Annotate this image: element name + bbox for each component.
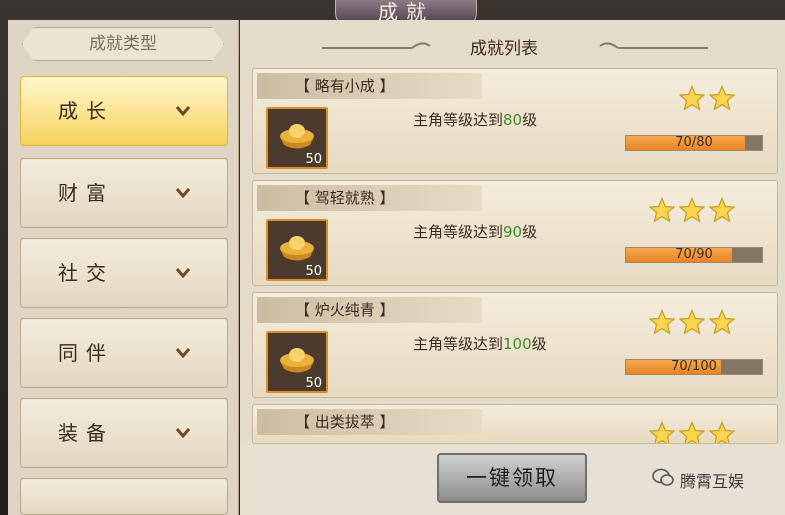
- progress-bar: 70/90: [625, 247, 763, 263]
- star-icon: [708, 84, 736, 111]
- category-more[interactable]: [20, 478, 228, 515]
- category-label: 社交: [58, 261, 114, 285]
- category-social[interactable]: 社交: [20, 238, 228, 308]
- desc-prefix: 主角等级达到: [413, 111, 504, 129]
- category-label: 财富: [58, 181, 114, 205]
- chevron-down-icon: [175, 106, 191, 117]
- chevron-down-icon: [175, 268, 191, 279]
- reward-count: 50: [305, 264, 322, 279]
- category-equipment[interactable]: 装备: [20, 398, 228, 468]
- category-label: 装备: [58, 421, 114, 445]
- star-icon: [678, 308, 706, 335]
- star-icon: [648, 308, 676, 335]
- star-icon: [708, 420, 736, 443]
- progress-bar: 70/80: [625, 135, 763, 151]
- list-title: 成就列表: [470, 39, 538, 59]
- achievement-desc: 主角等级达到100级: [413, 333, 547, 354]
- category-label: 成长: [58, 99, 114, 123]
- star-icon: [678, 84, 706, 111]
- target-level: 80: [503, 111, 523, 129]
- reward-item[interactable]: 50: [266, 331, 328, 393]
- wechat-icon: [652, 468, 674, 486]
- chevron-down-icon: [175, 428, 191, 439]
- category-growth[interactable]: 成长: [20, 76, 228, 146]
- achievement-name: 【 炉火纯青 】: [257, 297, 482, 323]
- reward-item[interactable]: 50: [266, 107, 328, 169]
- achievement-card: 【 炉火纯青 】 50 主角等级达到100级 70/100: [252, 292, 778, 398]
- achievement-card: 【 略有小成 】 50 主角等级达到80级 70/80: [252, 68, 778, 174]
- title-ornament-left: [322, 42, 431, 49]
- achievement-card: 【 出类拔萃 】: [252, 404, 778, 444]
- category-header: 成就类型: [22, 27, 224, 61]
- achievement-name: 【 略有小成 】: [257, 73, 482, 99]
- desc-suffix: 级: [522, 111, 538, 129]
- chevron-down-icon: [175, 188, 191, 199]
- title-ornament-right: [599, 42, 708, 49]
- star-rating: [645, 308, 736, 335]
- star-icon: [708, 308, 736, 335]
- progress-text: 70/90: [675, 247, 713, 262]
- star-icon: [678, 420, 706, 443]
- desc-prefix: 主角等级达到: [413, 335, 504, 353]
- progress-text: 70/80: [675, 135, 713, 150]
- star-rating: [645, 420, 736, 443]
- desc-suffix: 级: [531, 335, 547, 353]
- chevron-down-icon: [175, 348, 191, 359]
- category-wealth[interactable]: 财富: [20, 158, 228, 228]
- reward-item[interactable]: 50: [266, 219, 328, 281]
- achievement-desc: 主角等级达到90级: [413, 221, 537, 242]
- achievement-name: 【 出类拔萃 】: [257, 409, 482, 435]
- achievement-card: 【 驾轻就熟 】 50 主角等级达到90级 70/90: [252, 180, 778, 286]
- progress-bar: 70/100: [625, 359, 763, 375]
- target-level: 90: [503, 223, 523, 241]
- category-companion[interactable]: 同伴: [20, 318, 228, 388]
- claim-all-button[interactable]: 一键领取: [437, 453, 587, 503]
- star-icon: [678, 196, 706, 223]
- star-rating: [645, 196, 736, 223]
- reward-count: 50: [305, 376, 322, 391]
- star-rating: [675, 84, 736, 111]
- watermark: 腾霄互娱: [680, 472, 745, 491]
- star-icon: [648, 420, 676, 443]
- target-level: 100: [503, 335, 532, 353]
- achievement-desc: 主角等级达到80级: [413, 109, 537, 130]
- desc-suffix: 级: [522, 223, 538, 241]
- progress-text: 70/100: [671, 359, 717, 374]
- reward-count: 50: [305, 152, 322, 167]
- star-icon: [648, 196, 676, 223]
- achievement-name: 【 驾轻就熟 】: [257, 185, 482, 211]
- category-label: 同伴: [58, 341, 114, 365]
- star-icon: [708, 196, 736, 223]
- desc-prefix: 主角等级达到: [413, 223, 504, 241]
